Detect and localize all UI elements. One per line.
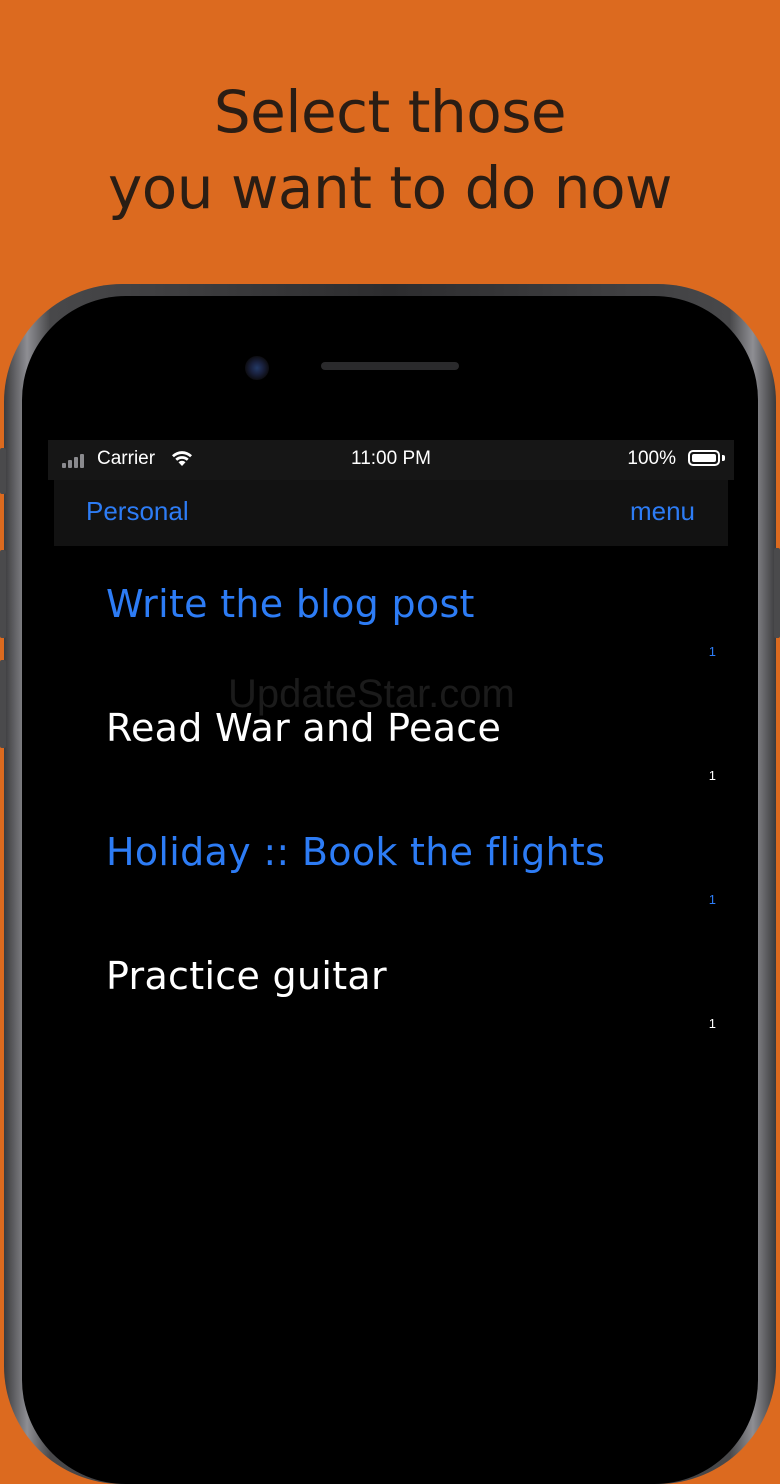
battery-tip	[722, 455, 725, 461]
task-count: 1	[708, 1016, 716, 1031]
task-row[interactable]: Read War and Peace 1	[48, 670, 734, 794]
volume-down-button	[0, 660, 6, 748]
volume-up-button	[0, 550, 6, 638]
power-button	[774, 548, 780, 638]
app-screen: Carrier 11:00 PM 100% Personal menu Upda…	[48, 440, 734, 1387]
battery-percentage: 100%	[627, 448, 676, 469]
headline-line-1: Select those	[213, 78, 567, 146]
navigation-bar: Personal menu	[54, 480, 728, 546]
task-row[interactable]: Practice guitar 1	[48, 918, 734, 1042]
task-row[interactable]: Holiday :: Book the flights 1	[48, 794, 734, 918]
task-title: Write the blog post	[106, 582, 475, 626]
menu-button[interactable]: menu	[630, 496, 695, 527]
mute-switch	[0, 448, 6, 494]
earpiece-speaker	[321, 362, 459, 370]
task-row[interactable]: Write the blog post 1	[48, 546, 734, 670]
headline-line-2: you want to do now	[107, 154, 673, 222]
task-count: 1	[708, 892, 716, 907]
list-selector-personal[interactable]: Personal	[86, 496, 189, 527]
task-list: Write the blog post 1 Read War and Peace…	[48, 546, 734, 1042]
battery-icon	[688, 450, 720, 466]
task-count: 1	[708, 644, 716, 659]
task-title: Holiday :: Book the flights	[106, 830, 606, 874]
front-camera	[245, 356, 269, 380]
headline: Select those you want to do now	[0, 74, 780, 226]
task-title: Practice guitar	[106, 954, 387, 998]
task-count: 1	[708, 768, 716, 783]
status-bar: Carrier 11:00 PM 100%	[48, 440, 734, 480]
task-title: Read War and Peace	[106, 706, 502, 750]
